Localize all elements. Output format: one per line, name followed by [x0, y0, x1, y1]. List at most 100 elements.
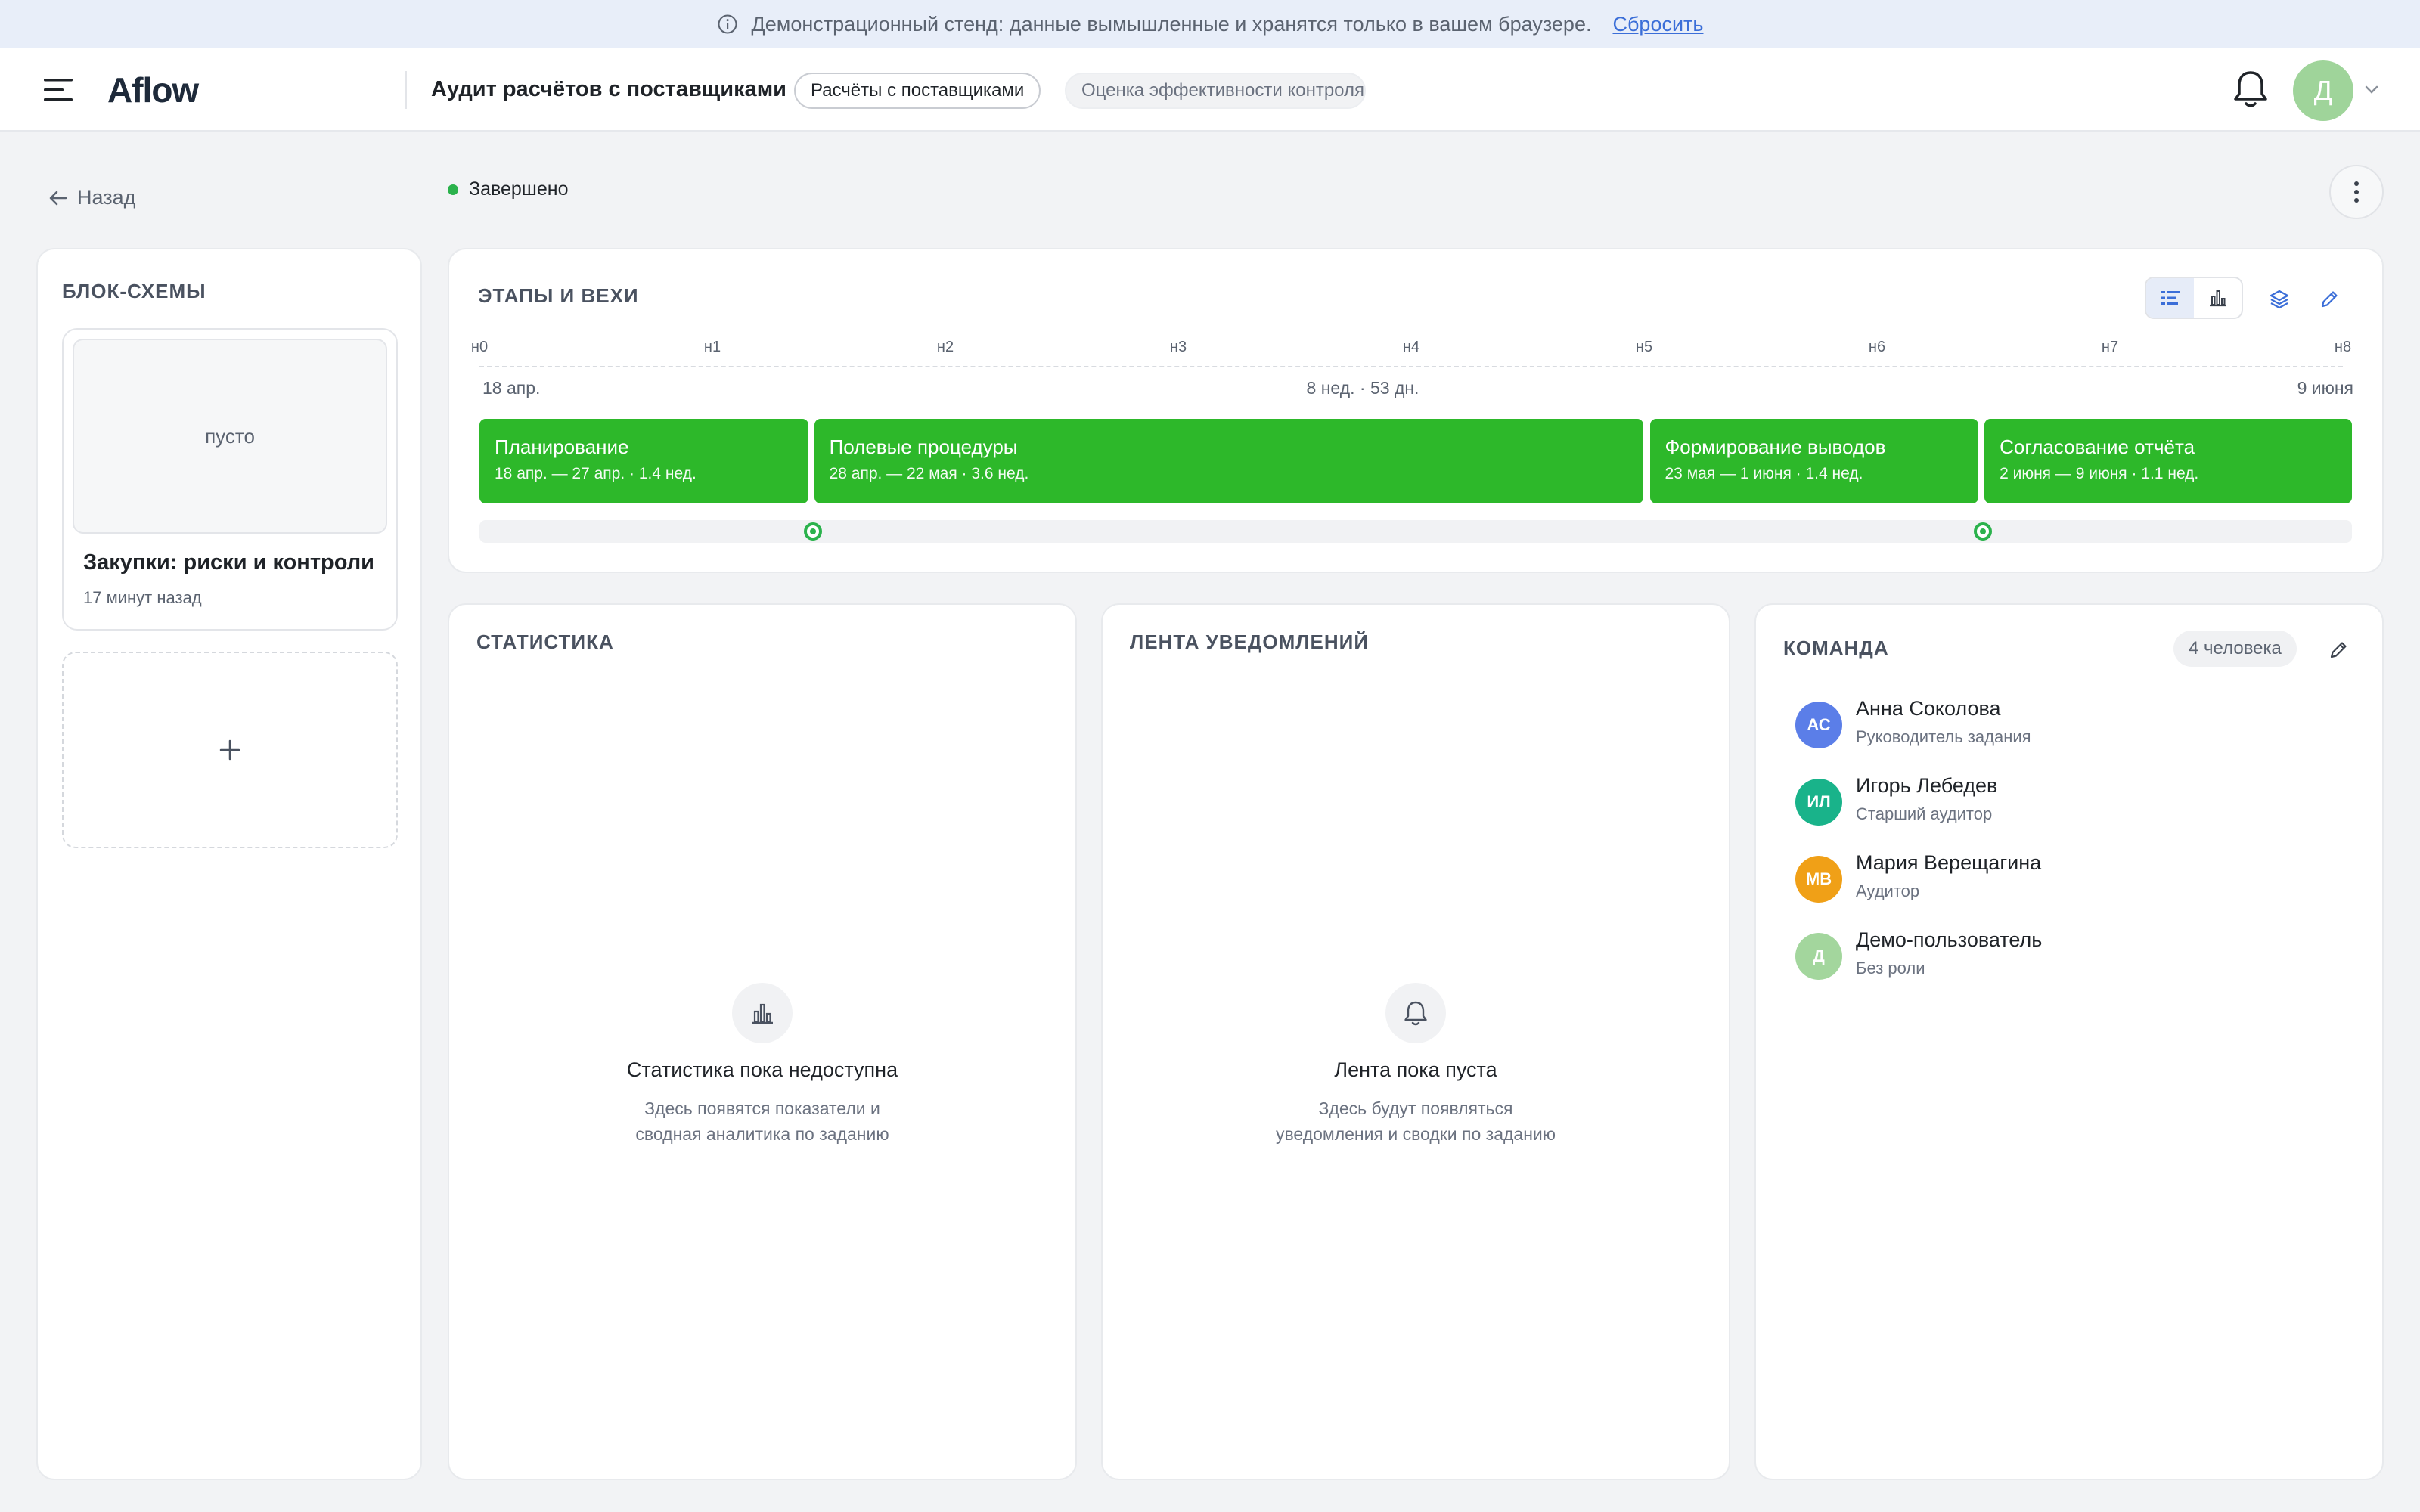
milestone-marker[interactable]: [1974, 522, 1993, 541]
demo-banner: Демонстрационный стенд: данные вымышленн…: [0, 0, 2420, 48]
team-member[interactable]: ИЛ Игорь Лебедев Старший аудитор: [1795, 773, 2340, 833]
more-options-button[interactable]: [2329, 165, 2384, 219]
app-logo[interactable]: Aflow: [107, 70, 199, 110]
week-label: н7: [2101, 339, 2119, 355]
back-label: Назад: [77, 186, 136, 209]
phase-bar[interactable]: Планирование 18 апр. — 27 апр. · 1.4 нед.: [479, 419, 808, 503]
view-toggle: [2145, 277, 2243, 319]
phase-dates: 2 июня — 9 июня · 1.1 нед.: [2000, 465, 2199, 482]
phase-dates: 18 апр. — 27 апр. · 1.4 нед.: [495, 465, 697, 482]
week-label: н0: [470, 339, 489, 355]
timeline-end-date: 9 июня: [2297, 378, 2353, 398]
notifications-feed-panel: ЛЕНТА УВЕДОМЛЕНИЙ Лента пока пуста Здесь…: [1101, 603, 1730, 1480]
pencil-icon: [2330, 642, 2347, 658]
week-label: н8: [2334, 339, 2352, 355]
member-name: Мария Верещагина: [1856, 851, 2042, 874]
member-role: Аудитор: [1856, 881, 1920, 900]
flowchart-updated: 17 минут назад: [83, 588, 202, 607]
top-bar: Aflow Аудит расчётов с поставщиками Расч…: [0, 48, 2420, 132]
team-member[interactable]: АС Анна Соколова Руководитель задания: [1795, 696, 2340, 756]
member-avatar: ИЛ: [1795, 779, 1842, 826]
feed-title: ЛЕНТА УВЕДОМЛЕНИЙ: [1130, 631, 1370, 653]
statistics-empty-line: сводная аналитика по заданию: [635, 1124, 889, 1144]
week-label: н5: [1635, 339, 1653, 355]
timeline-start-date: 18 апр.: [482, 378, 541, 398]
notifications-bell-icon[interactable]: [2232, 68, 2269, 110]
status-indicator: Завершено: [448, 178, 568, 200]
flowchart-name: Закупки: риски и контроли: [83, 550, 374, 575]
more-vertical-icon: [2354, 181, 2359, 203]
member-name: Демо-пользователь: [1856, 928, 2043, 951]
member-avatar: Д: [1795, 933, 1842, 980]
bar-chart-icon: [732, 983, 793, 1043]
chevron-down-icon[interactable]: [2364, 85, 2379, 95]
week-label: н6: [1868, 339, 1886, 355]
phase-name: Планирование: [495, 435, 629, 458]
layers-icon: [2270, 290, 2289, 309]
phase-dates: 28 апр. — 22 мая · 3.6 нед.: [829, 465, 1029, 482]
feed-empty-state: Лента пока пуста Здесь будут появляться …: [1103, 983, 1729, 1147]
list-view-icon: [2161, 291, 2180, 305]
flowchart-card[interactable]: пусто Закупки: риски и контроли 17 минут…: [62, 328, 398, 631]
team-member[interactable]: Д Демо-пользователь Без роли: [1795, 927, 2340, 987]
phase-bar[interactable]: Формирование выводов 23 мая — 1 июня · 1.…: [1649, 419, 1979, 503]
feed-empty-text: Здесь будут появляться уведомления и сво…: [1103, 1095, 1729, 1147]
feed-empty-title: Лента пока пуста: [1334, 1058, 1497, 1081]
statistics-title: СТАТИСТИКА: [476, 631, 614, 653]
menu-icon[interactable]: [44, 77, 74, 103]
milestone-track: [479, 520, 2352, 543]
phase-name: Согласование отчёта: [2000, 435, 2195, 458]
flowcharts-panel: БЛОК-СХЕМЫ пусто Закупки: риски и контро…: [36, 248, 422, 1480]
member-name: Анна Соколова: [1856, 697, 2001, 720]
banner-text: Демонстрационный стенд: данные вымышленн…: [751, 12, 1592, 36]
phase-track: Планирование 18 апр. — 27 апр. · 1.4 нед.…: [479, 419, 2352, 503]
layers-button[interactable]: [2263, 283, 2296, 316]
tag-chip[interactable]: Расчёты с поставщиками: [794, 73, 1041, 109]
phase-bar[interactable]: Согласование отчёта 2 июня — 9 июня · 1.1…: [1984, 419, 2352, 503]
team-member[interactable]: МВ Мария Верещагина Аудитор: [1795, 850, 2340, 910]
team-count-badge: 4 человека: [2173, 631, 2297, 667]
milestone-marker[interactable]: [803, 522, 822, 541]
page-title: Аудит расчётов с поставщиками: [431, 77, 786, 101]
status-dot: [448, 184, 458, 195]
plus-icon: [219, 739, 240, 761]
statistics-panel: СТАТИСТИКА Статистика пока недоступна Зд…: [448, 603, 1077, 1480]
info-icon: [717, 14, 738, 35]
member-avatar: МВ: [1795, 856, 1842, 903]
phase-name: Формирование выводов: [1665, 435, 1886, 458]
week-label: н1: [703, 339, 721, 355]
member-role: Руководитель задания: [1856, 727, 2031, 746]
user-avatar[interactable]: Д: [2293, 60, 2353, 121]
phase-bar[interactable]: Полевые процедуры 28 апр. — 22 мая · 3.6 …: [814, 419, 1644, 503]
member-role: Старший аудитор: [1856, 804, 1993, 823]
week-axis-line: [479, 366, 2343, 367]
statistics-empty-line: Здесь появятся показатели и: [644, 1098, 880, 1118]
statistics-empty-state: Статистика пока недоступна Здесь появятс…: [449, 983, 1075, 1147]
header-divider: [405, 71, 407, 109]
flowcharts-title: БЛОК-СХЕМЫ: [62, 280, 206, 302]
arrow-left-icon: [49, 191, 67, 205]
feed-empty-line: Здесь будут появляться: [1318, 1098, 1513, 1118]
statistics-empty-title: Статистика пока недоступна: [626, 1058, 898, 1081]
flowchart-thumbnail-label: пусто: [205, 424, 255, 448]
edit-timeline-button[interactable]: [2313, 283, 2346, 316]
back-button[interactable]: Назад: [48, 186, 135, 209]
member-name: Игорь Лебедев: [1856, 774, 1998, 797]
status-label: Завершено: [469, 178, 569, 200]
bell-icon: [1385, 983, 1446, 1043]
bar-chart-icon: [2209, 290, 2226, 307]
team-panel: КОМАНДА 4 человека АС Анна Соколова Руко…: [1754, 603, 2384, 1480]
statistics-empty-text: Здесь появятся показатели и сводная анал…: [449, 1095, 1075, 1147]
week-label: н3: [1169, 339, 1187, 355]
add-flowchart-button[interactable]: [62, 652, 398, 848]
member-avatar: АС: [1795, 702, 1842, 748]
edit-team-button[interactable]: [2322, 634, 2355, 667]
tag-chip[interactable]: Оценка эффективности контроля: [1065, 73, 1366, 109]
phase-name: Полевые процедуры: [829, 435, 1018, 458]
flowchart-thumbnail: пусто: [73, 339, 387, 534]
reset-link[interactable]: Сбросить: [1612, 13, 1703, 36]
pencil-icon: [2321, 291, 2338, 308]
chart-view-button[interactable]: [2194, 278, 2242, 318]
list-view-button[interactable]: [2146, 278, 2194, 318]
week-label: н4: [1402, 339, 1420, 355]
